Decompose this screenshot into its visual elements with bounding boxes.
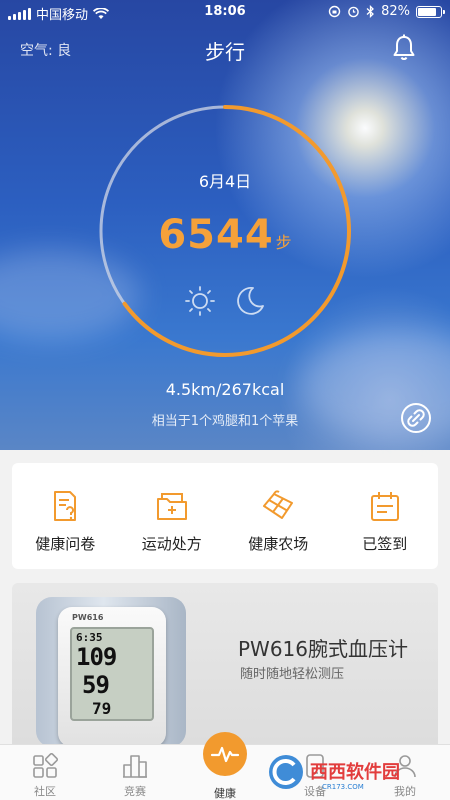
tab-label: 健康 (214, 787, 236, 800)
sun-icon[interactable] (183, 284, 217, 318)
bell-icon[interactable] (388, 32, 420, 64)
distance-calories: 4.5km/267kcal (165, 380, 285, 399)
step-unit: 步 (275, 233, 292, 252)
moon-icon[interactable] (233, 284, 267, 318)
bluetooth-icon (366, 5, 375, 18)
step-hero-panel: 中国移动 18:06 82% 空气: 良 步行 6月4日 6544 步 4.5k… (0, 0, 450, 450)
battery-percent: 82% (381, 4, 410, 19)
community-icon (33, 752, 59, 778)
watermark-url: CR173.COM (322, 783, 364, 791)
device-pulse: 79 (92, 699, 112, 718)
watermark-text: 西西软件园 (310, 761, 400, 783)
promo-subtitle: 随时随地轻松测压 (240, 667, 345, 682)
alarm-icon (348, 6, 359, 18)
step-count-display: 6544 步 (95, 212, 355, 258)
device-brand: PW616 (72, 613, 104, 622)
promo-title: PW616腕式血压计 (238, 637, 409, 661)
battery-icon (416, 5, 445, 18)
rotation-lock-icon (328, 5, 341, 18)
shortcut-signed-in[interactable]: 已签到 (332, 463, 439, 569)
link-icon[interactable] (400, 402, 432, 434)
phone-screen: 中国移动 18:06 82% 空气: 良 步行 6月4日 6544 步 4.5k… (0, 0, 450, 800)
device-diastolic: 59 (82, 671, 110, 699)
tab-health[interactable]: 健康 (180, 732, 270, 800)
questionnaire-icon (54, 491, 77, 521)
step-count: 6544 (158, 212, 274, 258)
food-comparison: 相当于1个鸡腿和1个苹果 (151, 414, 299, 429)
status-bar: 中国移动 18:06 82% (0, 0, 450, 24)
shortcut-label: 健康农场 (248, 535, 309, 553)
shortcut-farm[interactable]: 健康农场 (225, 463, 332, 569)
tab-label: 竞赛 (124, 785, 146, 798)
page-title: 步行 (205, 40, 245, 64)
shortcut-card: 健康问卷 运动处方 健康农场 已签到 (12, 463, 438, 569)
prescription-folder-icon (156, 493, 187, 520)
device-display: 6:35 109 59 79 (70, 627, 154, 721)
tab-community[interactable]: 社区 (0, 745, 90, 800)
heartbeat-icon (210, 746, 240, 763)
health-tab-button[interactable] (203, 732, 247, 776)
tab-label: 社区 (34, 785, 56, 798)
shortcut-label: 健康问卷 (35, 535, 96, 553)
calendar-check-icon (370, 492, 399, 521)
competition-icon (123, 755, 147, 778)
shortcut-questionnaire[interactable]: 健康问卷 (12, 463, 119, 569)
shortcut-prescription[interactable]: 运动处方 (119, 463, 226, 569)
site-watermark: 西西软件园 CR173.COM (269, 755, 400, 791)
farm-icon (263, 490, 294, 519)
step-date: 6月4日 (198, 172, 252, 191)
tab-competition[interactable]: 竞赛 (90, 745, 180, 800)
shortcut-label: 运动处方 (141, 535, 202, 553)
shortcut-label: 已签到 (362, 535, 408, 553)
device-systolic: 109 (76, 643, 117, 671)
